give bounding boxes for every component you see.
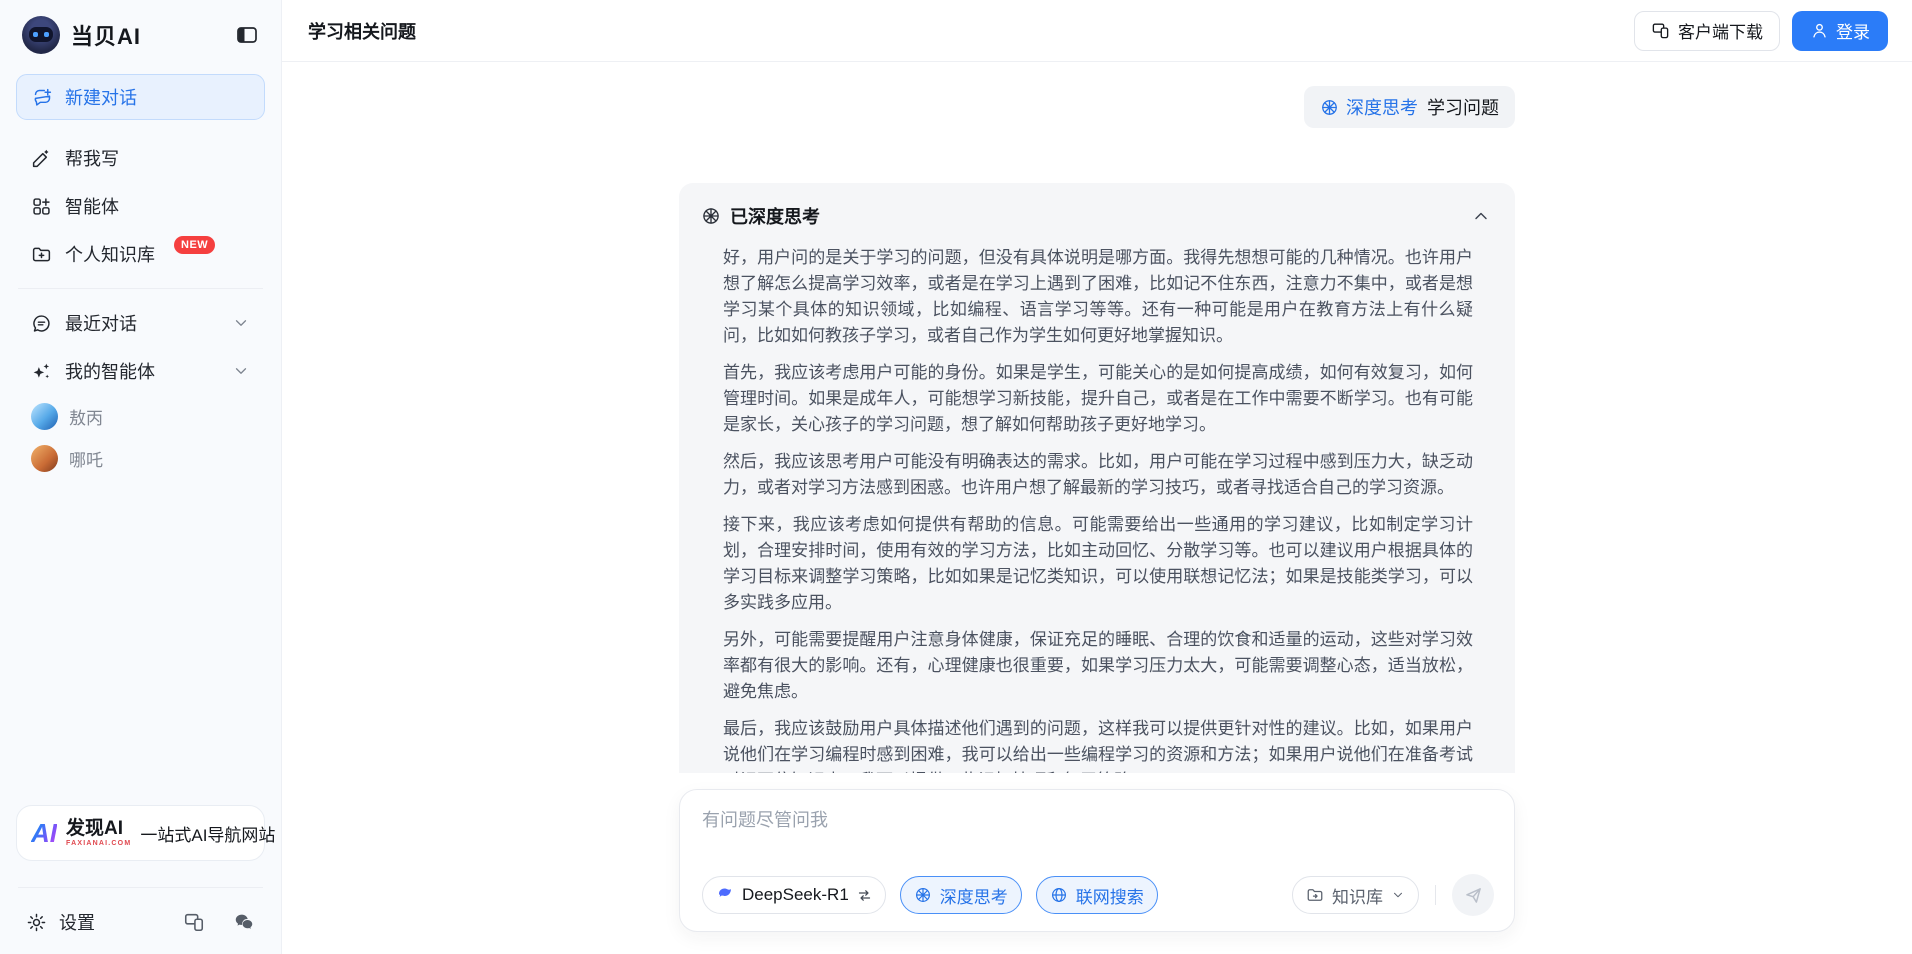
deep-think-icon [1320,98,1339,117]
new-chat-icon [32,87,53,108]
main-panel: 学习相关问题 客户端下载 登录 [282,0,1912,954]
thinking-paragraph: 最后，我应该鼓励用户具体描述他们遇到的问题，这样我可以提供更针对性的建议。比如，… [723,716,1473,773]
agent-item-aobing[interactable]: 敖丙 [16,395,265,437]
brand-name: 当贝AI [71,19,141,51]
sidebar-collapse-icon[interactable] [235,23,259,47]
agent-item-nezha[interactable]: 哪吒 [16,437,265,479]
gear-icon [26,912,47,933]
user-message-text: 学习问题 [1427,94,1499,120]
deep-think-icon [914,886,932,904]
chevron-down-icon [232,362,250,380]
wechat-icon[interactable] [233,911,255,933]
sparkles-icon [31,361,52,382]
thinking-paragraph: 然后，我应该思考用户可能没有明确表达的需求。比如，用户可能在学习过程中感到压力大… [723,449,1473,501]
collapse-thinking-chevron-up-icon[interactable] [1471,206,1491,226]
thinking-paragraph: 接下来，我应该考虑如何提供有帮助的信息。可能需要给出一些通用的学习建议，比如制定… [723,512,1473,616]
new-badge: NEW [174,236,215,254]
deep-think-toggle[interactable]: 深度思考 [900,876,1022,914]
deep-thinking-panel: 已深度思考 好，用户问的是关于学习的问题，但没有具体说明是哪方面。我得先想想可能… [679,183,1515,773]
sidebar-header: 当贝AI [16,0,265,74]
chevron-down-icon [232,314,250,332]
message-input[interactable] [702,806,1494,846]
send-button[interactable] [1452,874,1494,916]
user-message-bubble: 深度思考 学习问题 [1304,86,1515,128]
deep-think-icon [701,206,721,226]
thinking-paragraph: 好，用户问的是关于学习的问题，但没有具体说明是哪方面。我得先想想可能的几种情况。… [723,245,1473,349]
agent-avatar [31,403,58,430]
thinking-content: 好，用户问的是关于学习的问题，但没有具体说明是哪方面。我得先想想可能的几种情况。… [723,245,1489,773]
thinking-paragraph: 另外，可能需要提醒用户注意身体健康，保证充足的睡眠、合理的饮食和适量的运动，这些… [723,627,1473,705]
agent-avatar [31,445,58,472]
discover-ai-logo-icon: AI [31,820,57,846]
deepseek-whale-icon [716,884,734,907]
thinking-title: 已深度思考 [730,203,820,229]
folder-arrow-icon [1306,886,1324,904]
controls-divider [1435,885,1436,905]
sidebar-section-recent-chats[interactable]: 最近对话 [16,299,265,347]
sidebar-item-help-me-write[interactable]: 帮我写 [16,134,265,182]
model-selector[interactable]: DeepSeek-R1 [702,876,886,914]
conversation-title: 学习相关问题 [308,18,416,44]
sidebar-divider [18,887,263,888]
person-icon [1810,21,1829,40]
thinking-paragraph: 首先，我应该考虑用户可能的身份。如果是学生，可能关心的是如何提高成绩，如何有效复… [723,360,1473,438]
deep-think-tag: 深度思考 [1320,94,1418,120]
sidebar: 当贝AI 新建对话 帮我写 智能体 个人知识库 NEW [0,0,282,954]
globe-icon [1050,886,1068,904]
sidebar-divider [18,288,263,289]
devices-icon [1651,21,1670,40]
folder-plus-icon [31,244,52,265]
web-search-toggle[interactable]: 联网搜索 [1036,876,1158,914]
sidebar-item-knowledge-base[interactable]: 个人知识库 NEW [16,230,265,278]
message-composer: DeepSeek-R1 深度思考 联网搜索 [679,789,1515,932]
chevron-down-icon [1391,888,1405,902]
devices-icon[interactable] [183,911,205,933]
knowledge-base-dropdown[interactable]: 知识库 [1292,876,1419,914]
brand-robot-logo-icon [22,16,60,54]
client-download-button[interactable]: 客户端下载 [1634,11,1780,51]
sidebar-section-my-agents[interactable]: 我的智能体 [16,347,265,395]
discover-ai-promo-banner[interactable]: AI 发现AI FAXIANAI.COM 一站式AI导航网站 [16,805,265,861]
discover-ai-brand: 发现AI FAXIANAI.COM [66,819,131,847]
sidebar-footer: 设置 [16,898,265,954]
chat-bubble-icon [31,313,52,334]
settings-button[interactable]: 设置 [26,909,95,935]
login-button[interactable]: 登录 [1792,11,1888,51]
switch-model-icon [857,888,872,903]
sidebar-item-agents[interactable]: 智能体 [16,182,265,230]
agents-grid-icon [31,196,52,217]
brand: 当贝AI [22,16,141,54]
top-header: 学习相关问题 客户端下载 登录 [282,0,1912,62]
new-chat-button[interactable]: 新建对话 [16,74,265,120]
chat-scroll-area[interactable]: 深度思考 学习问题 已深度思考 [282,62,1912,773]
pen-icon [31,148,52,169]
